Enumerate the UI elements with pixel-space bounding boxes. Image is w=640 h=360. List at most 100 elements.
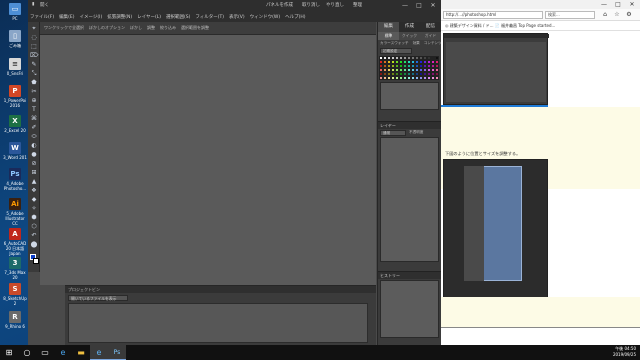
tab-guided[interactable]: ガイド (420, 32, 441, 40)
ps-canvas-area[interactable] (40, 35, 376, 285)
menu-enhance[interactable]: 拡張調整(N) (107, 14, 132, 20)
eyedropper-tool-icon[interactable]: ⌦ (30, 52, 38, 59)
minimize-button[interactable]: — (400, 1, 410, 10)
smart-brush-tool-icon[interactable]: ◆ (30, 196, 38, 203)
desktop-icon-sketchup[interactable]: S 8_SketchUp 2 (2, 283, 28, 306)
burn-tool-icon[interactable]: ⬤ (30, 241, 38, 248)
swatch-grid[interactable] (379, 56, 440, 80)
menu-layer[interactable]: レイヤー(L) (137, 14, 161, 20)
move-tool-icon[interactable]: ⤡ (30, 70, 38, 77)
sponge-tool-icon[interactable]: ◐ (30, 142, 38, 149)
spot-healing-tool-icon[interactable]: ● (30, 151, 38, 158)
desktop-icon-label: 2_Excel 20 (4, 128, 26, 133)
desktop-icon-label: 6_AutoCAD 20 日本語 Japan (3, 241, 27, 256)
search-input[interactable]: 検索... (545, 11, 595, 19)
desktop-icon-photoshop[interactable]: Ps 4_Adobe Photosho... (2, 168, 28, 191)
desktop-icon-powerpoint[interactable]: P 1_PowerPoi 2016 (2, 85, 28, 108)
project-bin-select[interactable]: 開いているファイルを表示 (68, 295, 128, 301)
pencil-tool-icon[interactable]: ✎ (30, 61, 38, 68)
address-bar[interactable]: http://...//photoshop.html (443, 11, 543, 19)
tab-create[interactable]: 作成 (399, 22, 420, 32)
content-tab[interactable]: コンテンツ (424, 41, 442, 46)
desktop-icon-rhino[interactable]: R 9_Rhino 6 (2, 311, 28, 329)
brush-tool-icon[interactable]: ✐ (30, 124, 38, 131)
effects-tab[interactable]: 効果 (413, 41, 420, 46)
layers-list[interactable] (380, 137, 439, 262)
eraser-tool-icon[interactable]: ⊘ (30, 160, 38, 167)
color-swatch[interactable] (435, 76, 439, 80)
shape-tool-icon[interactable]: ❖ (30, 187, 38, 194)
gradient-tool-icon[interactable]: ⬡ (30, 223, 38, 230)
blur-tool-icon[interactable]: ✧ (30, 205, 38, 212)
system-clock[interactable]: 午後 04:50 2019/09/25 (613, 346, 636, 358)
desktop-icon-pc[interactable]: ▭ PC (2, 3, 28, 21)
ps-logo-icon: ▮ (32, 2, 35, 7)
paint-bucket-tool-icon[interactable]: ▲ (30, 178, 38, 185)
clone-stamp-tool-icon[interactable]: ⊞ (30, 169, 38, 176)
option-refine-edge[interactable]: 選択範囲を調整 (181, 25, 209, 31)
menu-window[interactable]: ウィンドウ(W) (250, 14, 280, 20)
tab-edit[interactable]: 編集 (378, 22, 399, 32)
internet-explorer-icon[interactable]: e (90, 345, 108, 360)
desktop-icon-illustrator[interactable]: Ai 5_Adobe Illustrator CC (2, 198, 28, 226)
favorites-star-icon[interactable]: ☆ (613, 11, 621, 19)
browser-minimize-button[interactable]: — (598, 0, 610, 9)
home-icon[interactable]: ⌂ (601, 11, 609, 19)
open-button[interactable]: 開く (40, 2, 49, 9)
desktop-icon-snsfri[interactable]: ≡ 0_SnsFri (2, 58, 28, 76)
start-button[interactable]: ⊞ (0, 345, 18, 360)
desktop-icon-recycle-bin[interactable]: ▯ ごみ箱 (2, 30, 28, 48)
menu-filter[interactable]: フィルター(T) (195, 14, 224, 20)
sharpen-tool-icon[interactable]: ⬢ (30, 214, 38, 221)
tab-quick[interactable]: クイック (399, 32, 420, 40)
recompose-tool-icon[interactable]: ⌘ (30, 115, 38, 122)
create-panel-button[interactable]: パネルを作成 (266, 2, 293, 9)
history-list[interactable] (380, 280, 439, 338)
edge-icon[interactable]: e (54, 345, 72, 360)
straighten-tool-icon[interactable]: ↶ (30, 232, 38, 239)
browser-close-button[interactable]: ✕ (626, 0, 638, 9)
crop-tool-icon[interactable]: ✂ (30, 88, 38, 95)
tab-share[interactable]: 配信 (420, 22, 441, 32)
option-checkbox-2[interactable]: ぼかしのオプション (89, 25, 125, 31)
task-view-icon[interactable]: ▭ (36, 345, 54, 360)
gear-icon[interactable]: ⚙ (625, 11, 633, 19)
favorites-bar[interactable]: ◎ 建築デザイン資料 / ド... 📄 福井義昌 Top Page starte… (441, 21, 640, 31)
browser-maximize-button[interactable]: □ (612, 0, 624, 9)
undo-button[interactable]: 取り消し (302, 2, 320, 9)
type-tool-icon[interactable]: T (30, 106, 38, 113)
red-eye-tool-icon[interactable]: ⬭ (30, 133, 38, 140)
menu-help[interactable]: ヘルプ(H) (285, 14, 305, 20)
swatches-select[interactable]: 初期設定 (380, 48, 412, 54)
menu-edit[interactable]: 編集(E) (59, 14, 74, 20)
option-feather[interactable]: ぼかし (130, 25, 142, 31)
desktop-icon-3dsmax[interactable]: 3 7_3ds Max 20 (2, 257, 28, 280)
file-explorer-icon[interactable]: ▬ (72, 345, 90, 360)
option-refine[interactable]: 絞り込み (160, 25, 176, 31)
redo-button[interactable]: やり直し (326, 2, 344, 9)
search-icon[interactable]: ○ (18, 345, 36, 360)
menu-view[interactable]: 表示(V) (229, 14, 245, 20)
quick-select-tool-icon[interactable]: ⊕ (30, 97, 38, 104)
option-adjust[interactable]: 調整 (147, 25, 155, 31)
menu-image[interactable]: イメージ(I) (79, 14, 102, 20)
option-checkbox-1[interactable]: ワンクリックで全選択 (44, 25, 84, 31)
organizer-button[interactable]: 整理 (353, 2, 362, 9)
desktop-icon-excel[interactable]: X 2_Excel 20 (2, 115, 28, 133)
menu-file[interactable]: ファイル(F) (30, 14, 54, 20)
background-color-swatch[interactable] (33, 258, 39, 264)
desktop-icon-word[interactable]: W 3_Word 201 (2, 142, 28, 160)
menu-select[interactable]: 選択範囲(S) (166, 14, 190, 20)
desktop-icon-autocad[interactable]: A 6_AutoCAD 20 日本語 Japan (2, 228, 28, 256)
swatches-panel-title[interactable]: カラースウォッチ (380, 41, 409, 46)
zoom-tool-icon[interactable]: ⌖ (30, 25, 38, 32)
hand-tool-icon[interactable]: ◌ (30, 34, 38, 41)
blend-mode-select[interactable]: 通常 (380, 129, 406, 136)
marquee-tool-icon[interactable]: ⬚ (30, 43, 38, 50)
close-button[interactable]: ✕ (428, 1, 438, 10)
project-bin-well[interactable] (68, 303, 368, 343)
lasso-tool-icon[interactable]: ⬟ (30, 79, 38, 86)
maximize-button[interactable]: □ (414, 1, 424, 10)
photoshop-elements-taskbar-icon[interactable]: Ps (108, 345, 126, 360)
tab-full[interactable]: 標準 (378, 32, 399, 40)
